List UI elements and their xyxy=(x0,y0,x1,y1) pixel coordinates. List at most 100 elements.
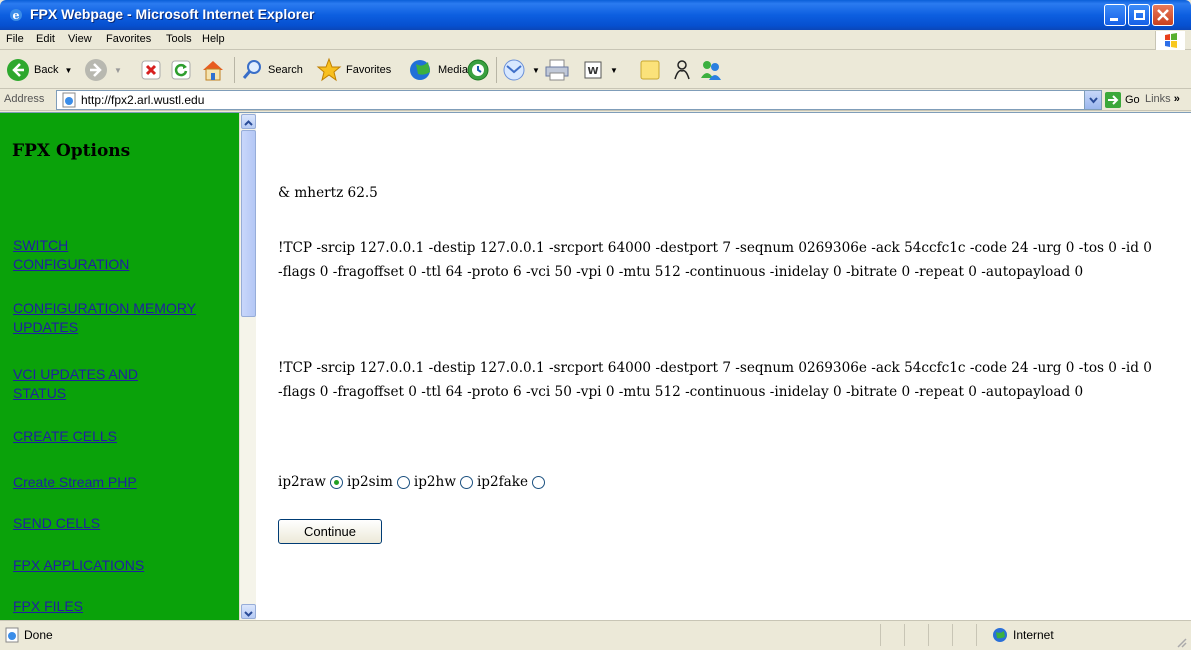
sidebar-link-configuration-memory-updates[interactable]: CONFIGURATION MEMORY UPDATES xyxy=(13,299,213,337)
printer-icon xyxy=(545,59,569,81)
status-bar: Done Internet xyxy=(0,620,1191,650)
media-label: Media xyxy=(438,64,468,76)
radio-group: ip2raw ip2sim ip2hw ip2fake xyxy=(278,472,549,492)
back-arrow-icon xyxy=(7,59,29,81)
radio-ip2hw[interactable] xyxy=(459,475,473,489)
forward-dropdown-icon[interactable]: ▼ xyxy=(114,66,122,75)
address-input[interactable]: http://fpx2.arl.wustl.edu xyxy=(56,90,1102,110)
links-label[interactable]: Links » xyxy=(1145,93,1180,105)
menu-favorites[interactable]: Favorites xyxy=(106,33,151,45)
window-title: FPX Webpage - Microsoft Internet Explore… xyxy=(30,6,315,22)
research-button[interactable] xyxy=(670,57,694,83)
address-label: Address xyxy=(4,93,45,105)
menu-file[interactable]: File xyxy=(6,33,24,45)
ie-logo-icon: e xyxy=(10,9,22,22)
page-icon xyxy=(62,92,76,108)
sidebar-link-send-cells[interactable]: SEND CELLS xyxy=(13,514,100,533)
sidebar-title: FPX Options xyxy=(12,141,131,161)
zone-text: Internet xyxy=(1013,628,1054,642)
radio-label-ip2sim: ip2sim xyxy=(346,474,393,490)
globe-icon xyxy=(993,628,1007,642)
messenger-button[interactable] xyxy=(698,57,724,83)
minimize-button[interactable] xyxy=(1104,4,1126,26)
refresh-button[interactable] xyxy=(170,57,192,83)
resize-grip-icon[interactable] xyxy=(1174,635,1188,649)
history-icon xyxy=(467,59,489,81)
search-button[interactable]: Search xyxy=(240,57,303,83)
note-icon xyxy=(640,60,660,80)
tcp-command-2: !TCP -srcip 127.0.0.1 -destip 127.0.0.1 … xyxy=(278,360,1152,400)
print-button[interactable] xyxy=(544,57,570,83)
close-button[interactable] xyxy=(1152,4,1174,26)
sidebar-link-create-stream-php[interactable]: Create Stream PHP xyxy=(13,473,137,492)
scroll-down-button[interactable] xyxy=(241,604,256,619)
svg-text:e: e xyxy=(13,9,20,22)
svg-text:W: W xyxy=(587,66,598,77)
favorites-button[interactable]: Favorites xyxy=(316,57,391,83)
mail-icon xyxy=(503,59,525,81)
mail-button[interactable]: ▼ xyxy=(502,57,540,83)
radio-ip2raw[interactable] xyxy=(329,475,343,489)
sidebar-link-fpx-files[interactable]: FPX FILES xyxy=(13,597,83,616)
chevron-down-icon xyxy=(244,611,253,617)
refresh-icon xyxy=(171,60,191,80)
title-bar[interactable]: e FPX Webpage - Microsoft Internet Explo… xyxy=(0,0,1191,30)
forward-arrow-icon xyxy=(85,59,107,81)
back-dropdown-icon[interactable]: ▼ xyxy=(64,66,72,75)
media-icon xyxy=(410,60,430,80)
word-icon: W xyxy=(584,61,602,79)
mail-dropdown-icon[interactable]: ▼ xyxy=(532,66,540,75)
main-frame: & mhertz 62.5 !TCP -srcip 127.0.0.1 -des… xyxy=(257,113,1191,621)
person-outline-icon xyxy=(674,60,690,80)
back-label: Back xyxy=(34,64,59,76)
edit-button[interactable]: W ▼ xyxy=(582,57,618,83)
messenger-icon xyxy=(701,61,721,80)
menu-help[interactable]: Help xyxy=(202,33,225,45)
mhertz-text: & mhertz 62.5 xyxy=(278,185,378,201)
discuss-button[interactable] xyxy=(638,57,662,83)
menu-view[interactable]: View xyxy=(68,33,92,45)
home-icon xyxy=(203,61,223,81)
maximize-button[interactable] xyxy=(1128,4,1150,26)
chevron-down-icon xyxy=(1089,97,1098,104)
stop-button[interactable] xyxy=(140,57,162,83)
browser-content: FPX Options SWITCH CONFIGURATION CONFIGU… xyxy=(0,112,1191,621)
address-dropdown-button[interactable] xyxy=(1084,91,1101,109)
sidebar-link-vci-updates-status[interactable]: VCI UPDATES AND STATUS xyxy=(13,365,193,403)
forward-button[interactable]: ▼ xyxy=(84,57,122,83)
address-url: http://fpx2.arl.wustl.edu xyxy=(81,93,205,107)
search-label: Search xyxy=(268,64,303,76)
scroll-up-button[interactable] xyxy=(241,114,256,129)
menu-edit[interactable]: Edit xyxy=(36,33,55,45)
menu-bar: File Edit View Favorites Tools Help xyxy=(0,30,1191,50)
edit-dropdown-icon[interactable]: ▼ xyxy=(610,66,618,75)
sidebar-link-fpx-applications[interactable]: FPX APPLICATIONS xyxy=(13,556,144,575)
radio-label-ip2hw: ip2hw xyxy=(413,474,456,490)
minimize-icon xyxy=(1110,18,1118,21)
go-label: Go xyxy=(1125,94,1140,106)
continue-button[interactable]: Continue xyxy=(278,519,382,544)
toolbar: Back ▼ ▼ Search Favorites Media ▼ W ▼ xyxy=(0,51,1191,89)
stop-icon xyxy=(141,60,161,80)
close-icon xyxy=(1157,9,1169,21)
radio-ip2sim[interactable] xyxy=(396,475,410,489)
back-button[interactable]: Back ▼ xyxy=(6,57,72,83)
menu-tools[interactable]: Tools xyxy=(166,33,192,45)
page-status-icon xyxy=(5,627,19,643)
chevron-up-icon xyxy=(244,120,253,126)
radio-label-ip2fake: ip2fake xyxy=(476,474,529,490)
history-button[interactable] xyxy=(466,57,490,83)
go-button[interactable]: Go xyxy=(1104,91,1140,109)
home-button[interactable] xyxy=(200,57,226,83)
sidebar-link-create-cells[interactable]: CREATE CELLS xyxy=(13,427,117,446)
sidebar-scrollbar[interactable] xyxy=(239,113,256,621)
scroll-thumb[interactable] xyxy=(241,130,256,317)
search-icon xyxy=(242,60,261,79)
sidebar-frame: FPX Options SWITCH CONFIGURATION CONFIGU… xyxy=(0,113,239,621)
windows-logo-icon xyxy=(1155,31,1185,50)
radio-ip2fake[interactable] xyxy=(532,475,546,489)
sidebar-link-switch-configuration[interactable]: SWITCH CONFIGURATION xyxy=(13,236,173,274)
media-button[interactable]: Media xyxy=(408,57,468,83)
status-text: Done xyxy=(24,628,53,642)
go-arrow-icon xyxy=(1105,92,1121,108)
